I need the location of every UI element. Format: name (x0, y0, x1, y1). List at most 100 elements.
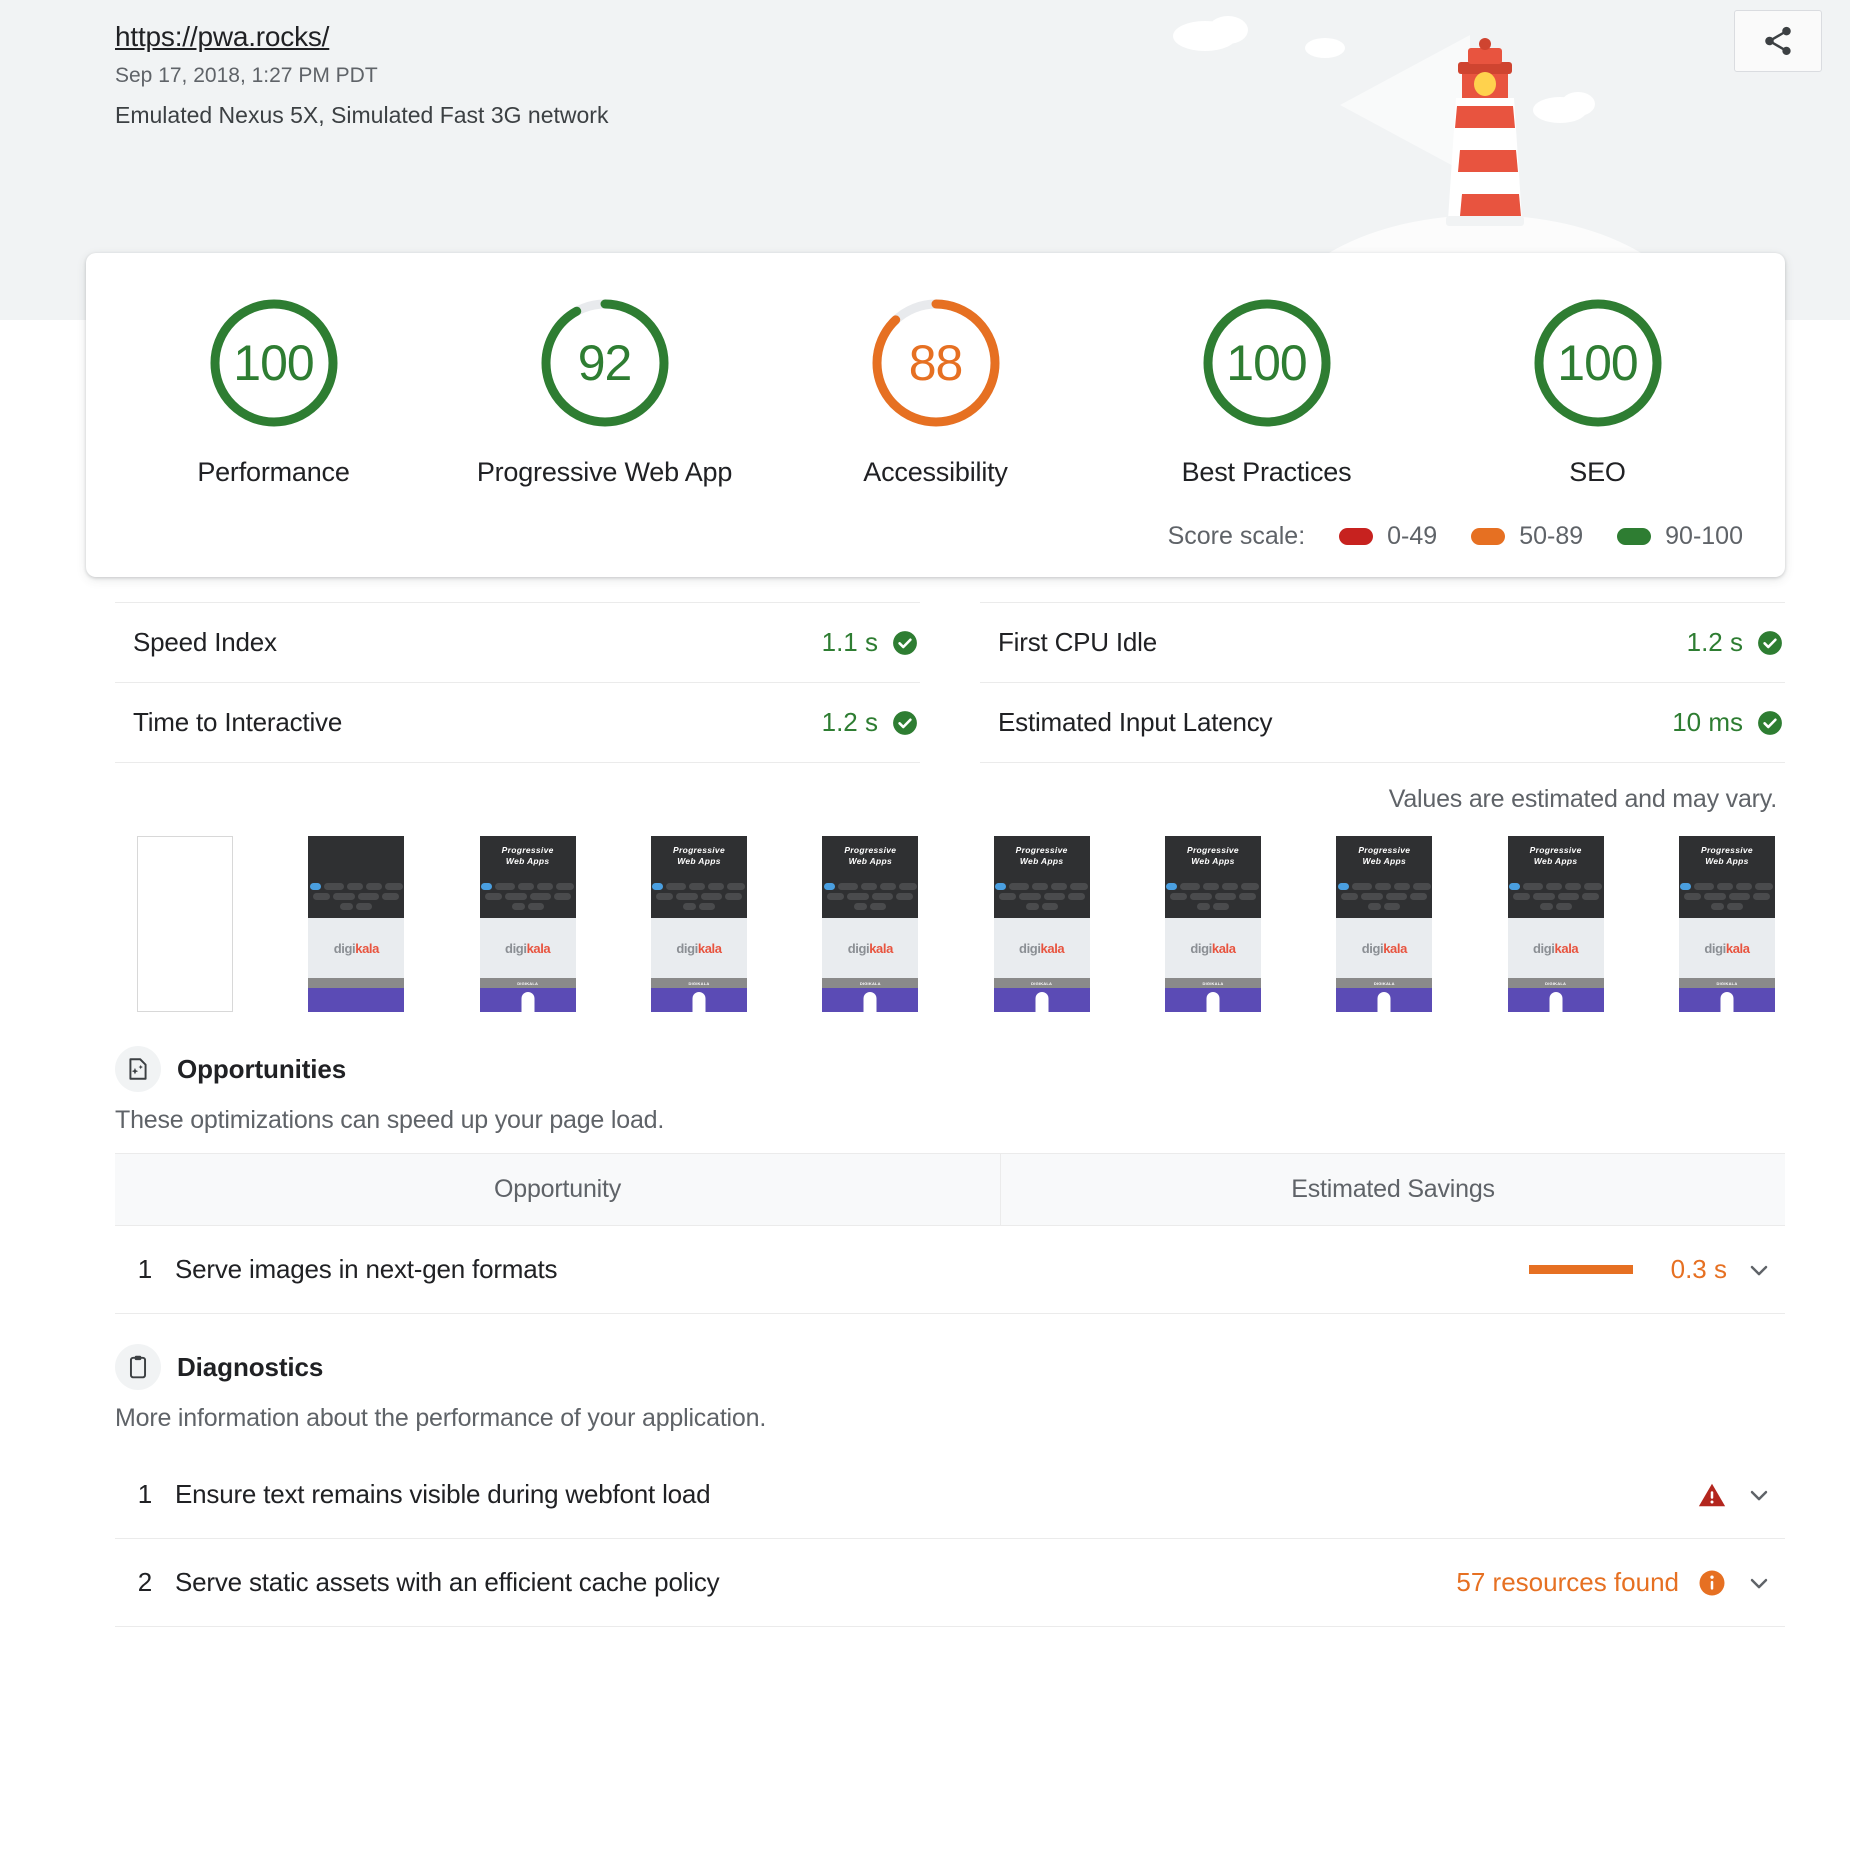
report-url-link[interactable]: https://pwa.rocks/ (115, 18, 329, 56)
score-scale-label: Score scale: (1168, 522, 1306, 551)
filmstrip-frame: ProgressiveWeb AppsdigikalaDIGIKALA (1679, 836, 1775, 1012)
share-icon (1761, 24, 1795, 58)
filmstrip-frame: digikala (308, 836, 404, 1012)
diagnostic-title: Ensure text remains visible during webfo… (175, 1479, 1697, 1510)
scale-pill-green (1617, 528, 1651, 545)
diagnostic-display-value: 57 resources found (1456, 1567, 1679, 1598)
check-circle-icon (1757, 710, 1783, 736)
gauge-ring: 100 (206, 295, 342, 431)
metric-value: 1.2 s (1687, 627, 1743, 658)
score-gauge-accessibility[interactable]: 88 Accessibility (786, 295, 1086, 488)
scale-item-average: 50-89 (1471, 522, 1583, 551)
gauge-ring: 100 (1199, 295, 1335, 431)
score-gauges: 100 Performance 92 Progressive Web App 8… (86, 295, 1785, 488)
performance-category: Performance 100 Metrics First Contentful… (0, 400, 1850, 1627)
metric-value: 10 ms (1672, 707, 1743, 738)
scale-pill-orange (1471, 528, 1505, 545)
table-header-row: Opportunity Estimated Savings (115, 1153, 1785, 1226)
scale-range-text: 0-49 (1387, 522, 1437, 551)
metric-row[interactable]: Estimated Input Latency 10 ms (980, 683, 1785, 763)
metric-right: 10 ms (1672, 707, 1783, 738)
row-index: 1 (115, 1479, 175, 1510)
diagnostics-title: Diagnostics (177, 1352, 323, 1383)
table-row[interactable]: 2 Serve static assets with an efficient … (115, 1539, 1785, 1627)
opportunities-section-header: Opportunities (115, 1046, 1785, 1092)
gauge-ring: 100 (1530, 295, 1666, 431)
gauge-score-value: 100 (206, 295, 342, 431)
gauge-label: Accessibility (786, 457, 1086, 488)
scale-item-fail: 0-49 (1339, 522, 1437, 551)
scores-card: 100 Performance 92 Progressive Web App 8… (86, 253, 1785, 577)
metric-row[interactable]: Speed Index 1.1 s (115, 603, 920, 683)
gauge-label: Performance (124, 457, 424, 488)
metric-name: Speed Index (133, 627, 277, 658)
filmstrip-frame: ProgressiveWeb AppsdigikalaDIGIKALA (994, 836, 1090, 1012)
diagnostics-section-header: Diagnostics (115, 1344, 1785, 1390)
gauge-ring: 88 (868, 295, 1004, 431)
diagnostic-title: Serve static assets with an efficient ca… (175, 1567, 1456, 1598)
filmstrip-frame: ProgressiveWeb AppsdigikalaDIGIKALA (651, 836, 747, 1012)
table-row[interactable]: 1 Serve images in next-gen formats 0.3 s (115, 1226, 1785, 1314)
clipboard-icon (115, 1344, 161, 1390)
diagnostics-table: 1 Ensure text remains visible during web… (115, 1451, 1785, 1627)
metric-row[interactable]: First CPU Idle 1.2 s (980, 603, 1785, 683)
table-row[interactable]: 1 Ensure text remains visible during web… (115, 1451, 1785, 1539)
row-right: 57 resources found (1456, 1567, 1781, 1598)
metric-right: 1.2 s (1687, 627, 1783, 658)
opportunity-icon (115, 1046, 161, 1092)
chevron-down-icon[interactable] (1745, 1569, 1773, 1597)
score-scale-legend: Score scale: 0-49 50-89 90-100 (86, 488, 1785, 551)
chevron-down-icon[interactable] (1745, 1481, 1773, 1509)
gauge-score-value: 100 (1199, 295, 1335, 431)
savings-value: 0.3 s (1651, 1254, 1727, 1285)
report-timestamp: Sep 17, 2018, 1:27 PM PDT (115, 60, 1850, 93)
metric-right: 1.2 s (822, 707, 918, 738)
score-gauge-pwa[interactable]: 92 Progressive Web App (455, 295, 755, 488)
metric-row[interactable]: Time to Interactive 1.2 s (115, 683, 920, 763)
filmstrip-frame (137, 836, 233, 1012)
chevron-down-icon[interactable] (1745, 1256, 1773, 1284)
info-circle-icon (1697, 1568, 1727, 1598)
share-button[interactable] (1734, 10, 1822, 72)
filmstrip-frame: ProgressiveWeb AppsdigikalaDIGIKALA (1165, 836, 1261, 1012)
score-gauge-seo[interactable]: 100 SEO (1448, 295, 1748, 488)
opportunities-description: These optimizations can speed up your pa… (115, 1106, 1785, 1135)
gauge-ring: 92 (537, 295, 673, 431)
score-gauge-performance[interactable]: 100 Performance (124, 295, 424, 488)
gauge-score-value: 100 (1530, 295, 1666, 431)
row-right: 0.3 s (1529, 1254, 1781, 1285)
column-header-opportunity: Opportunity (115, 1154, 1000, 1225)
gauge-score-value: 92 (537, 295, 673, 431)
filmstrip-frame: ProgressiveWeb AppsdigikalaDIGIKALA (1336, 836, 1432, 1012)
scale-item-pass: 90-100 (1617, 522, 1743, 551)
metric-value: 1.2 s (822, 707, 878, 738)
metric-value: 1.1 s (822, 627, 878, 658)
metric-name: Estimated Input Latency (998, 707, 1272, 738)
scale-pill-red (1339, 528, 1373, 545)
row-index: 1 (115, 1254, 175, 1285)
row-index: 2 (115, 1567, 175, 1598)
scale-range-text: 50-89 (1519, 522, 1583, 551)
check-circle-icon (892, 630, 918, 656)
metric-name: Time to Interactive (133, 707, 342, 738)
score-gauge-best-practices[interactable]: 100 Best Practices (1117, 295, 1417, 488)
report-environment: Emulated Nexus 5X, Simulated Fast 3G net… (115, 98, 1850, 134)
filmstrip-frame: ProgressiveWeb AppsdigikalaDIGIKALA (1508, 836, 1604, 1012)
savings-bar (1529, 1265, 1633, 1274)
opportunity-title: Serve images in next-gen formats (175, 1254, 1529, 1285)
warning-triangle-icon (1697, 1480, 1727, 1510)
estimated-values-note: Values are estimated and may vary. (115, 785, 1777, 814)
row-right (1697, 1480, 1781, 1510)
gauge-label: SEO (1448, 457, 1748, 488)
gauge-label: Progressive Web App (455, 457, 755, 488)
diagnostics-description: More information about the performance o… (115, 1404, 1785, 1433)
scale-range-text: 90-100 (1665, 522, 1743, 551)
metric-right: 1.1 s (822, 627, 918, 658)
column-header-savings: Estimated Savings (1000, 1154, 1785, 1225)
check-circle-icon (892, 710, 918, 736)
gauge-score-value: 88 (868, 295, 1004, 431)
metric-name: First CPU Idle (998, 627, 1157, 658)
filmstrip-frame: ProgressiveWeb AppsdigikalaDIGIKALA (822, 836, 918, 1012)
opportunities-title: Opportunities (177, 1054, 346, 1085)
filmstrip: digikala ProgressiveWeb AppsdigikalaDIGIK… (137, 836, 1785, 1012)
